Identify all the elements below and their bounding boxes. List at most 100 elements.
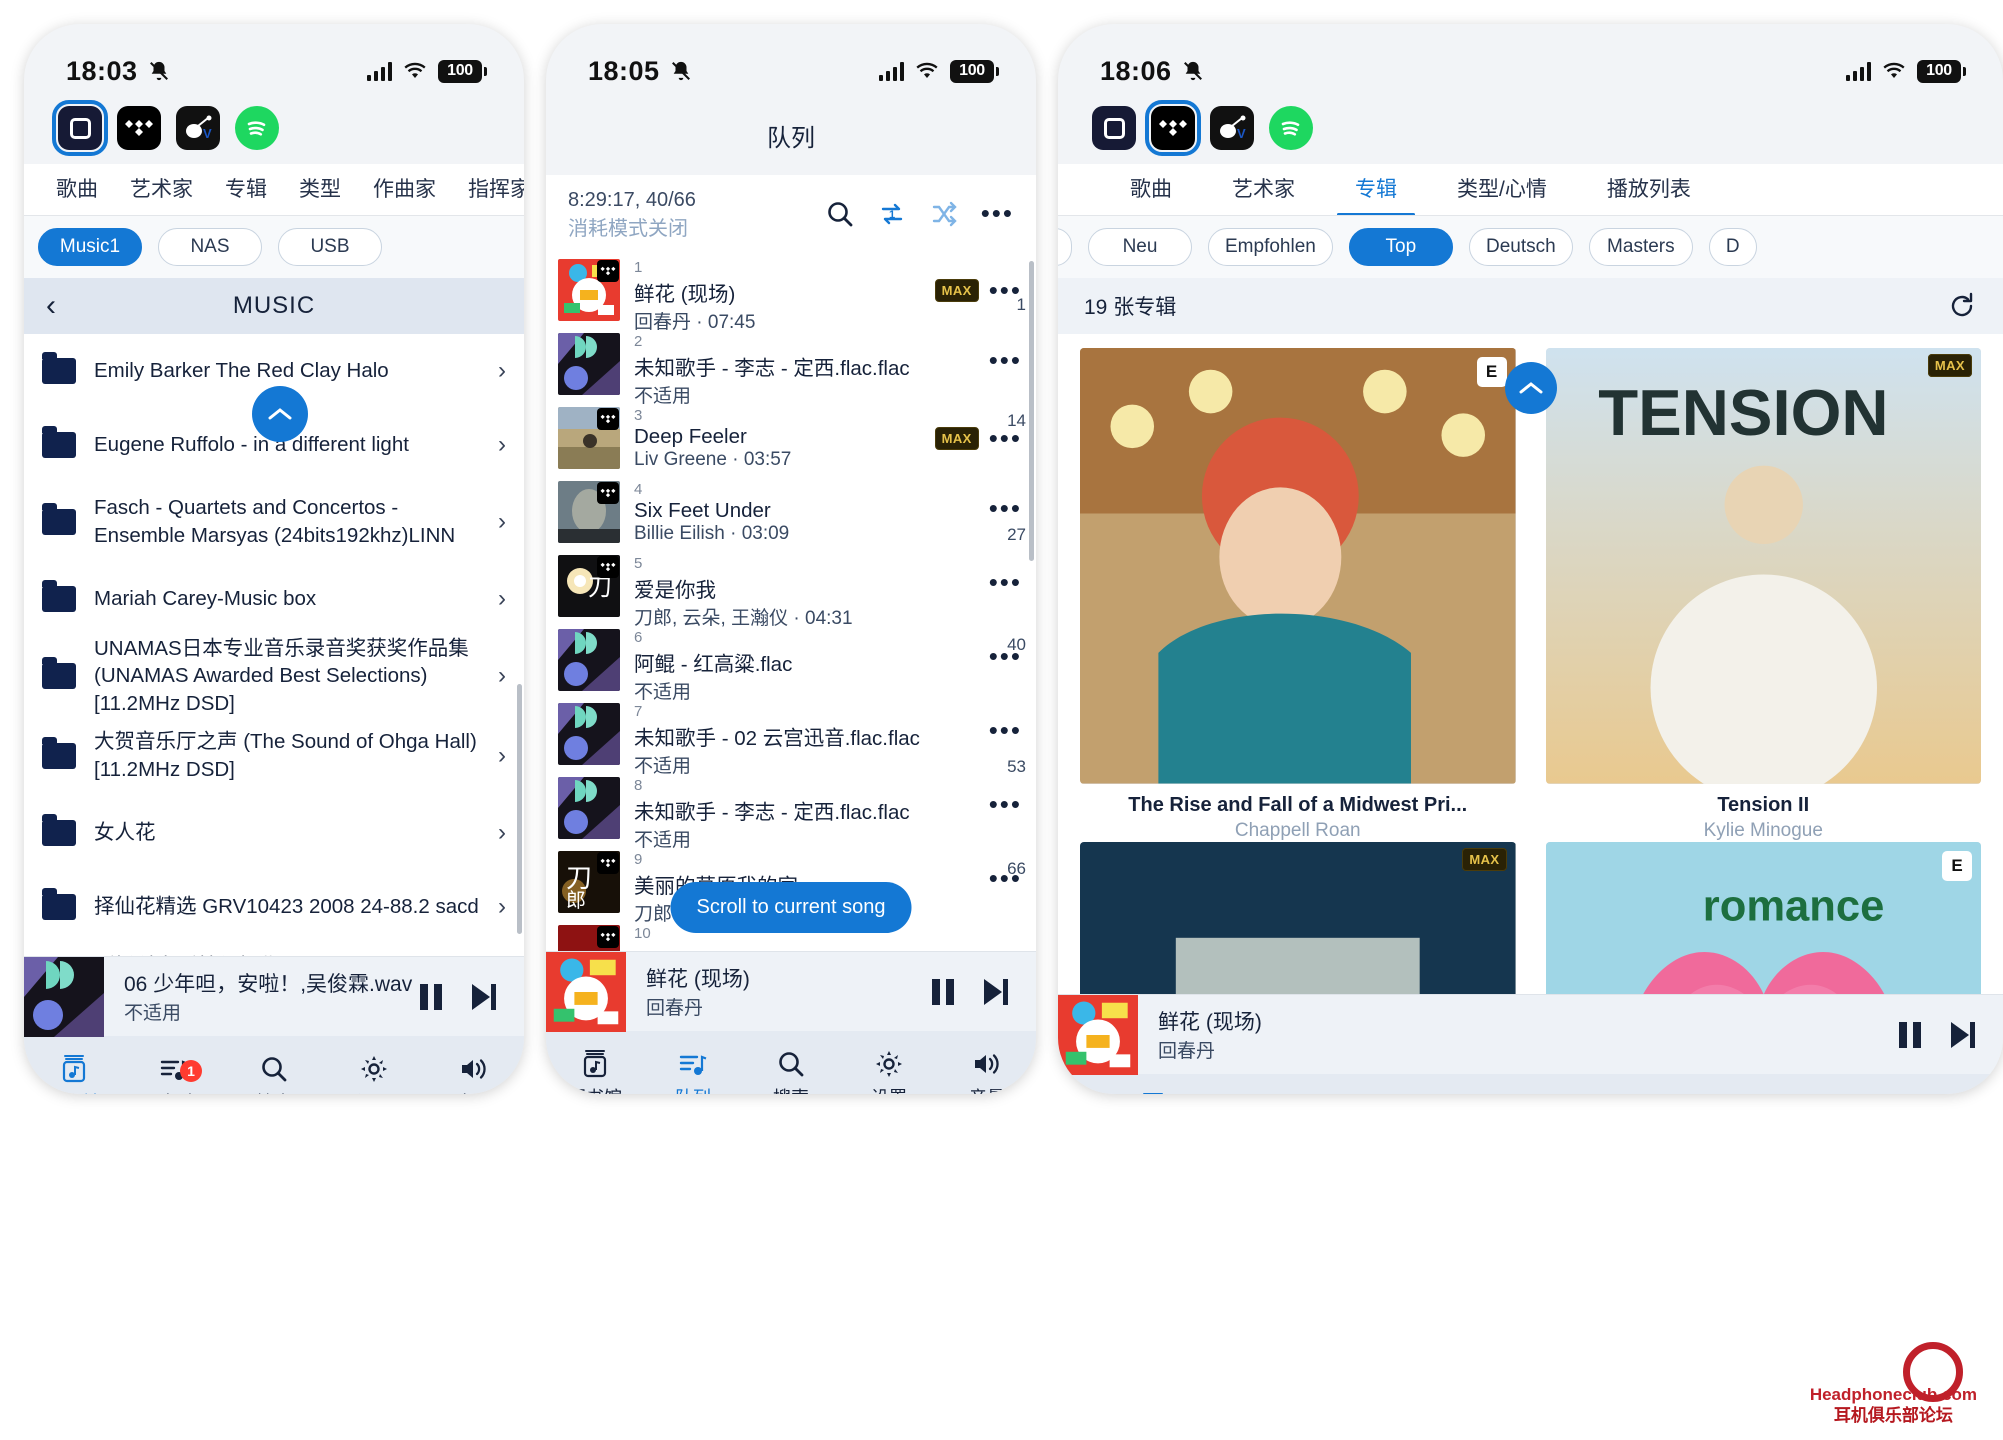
queue-row[interactable]: 6 阿鲲 - 红高粱.flac 不适用 ••• 40 [546, 621, 1036, 703]
nav-settings[interactable]: 设置 [840, 1049, 938, 1094]
nav-volume[interactable]: 音量 [1814, 1092, 2003, 1095]
chip-top[interactable]: Top [1348, 228, 1453, 266]
tab-albums[interactable]: 专辑 [1325, 164, 1427, 215]
album-cell[interactable]: romance E Romance Fontaines D.C. [1545, 841, 1981, 994]
tab-songs[interactable]: 歌曲 [1100, 164, 1202, 215]
tab-conductors[interactable]: 指挥家 [452, 164, 524, 215]
nav-volume[interactable]: 音量 [424, 1054, 524, 1094]
queue-list[interactable]: 1 鲜花 (现场) 回春丹 · 07:45 MAX ••• 1 2 未知歌手 -… [546, 251, 1036, 951]
nav-queue[interactable]: 队列 [1247, 1092, 1436, 1095]
bottom-nav[interactable]: 图书馆 1 队列 搜索 设置 音量 [24, 1036, 524, 1094]
list-item[interactable]: 择仙花精选 GRV10423 2008 24-88.2 sacd › [24, 870, 524, 944]
tidal-icon[interactable] [117, 106, 161, 150]
nav-library[interactable]: 图书馆 [546, 1049, 644, 1094]
scrollbar-thumb[interactable] [517, 684, 522, 934]
list-item[interactable]: 女人花 › [24, 796, 524, 870]
nav-settings[interactable]: 设置 [324, 1054, 424, 1094]
bottom-nav[interactable]: 图书馆 队列 搜索 设置 音量 [546, 1031, 1036, 1094]
repeat-one-icon[interactable]: 1 [877, 199, 907, 229]
more-icon[interactable]: ••• [989, 569, 1022, 594]
nav-queue[interactable]: 1 队列 [124, 1054, 224, 1094]
queue-row[interactable]: 4 Six Feet Under Billie Eilish · 03:09 •… [546, 473, 1036, 547]
list-item[interactable]: 斯托科夫斯基狂想曲 (Rhapsodies) [2.8MHz DSD] › [24, 944, 524, 956]
filter-chips[interactable]: Neu Empfohlen Top Deutsch Masters D [1058, 216, 2003, 278]
mini-player[interactable]: 鲜花 (现场) 回春丹 [546, 951, 1036, 1032]
chip-nas[interactable]: NAS [158, 228, 262, 266]
shuffle-icon[interactable] [929, 199, 959, 229]
nav-search[interactable]: 搜索 [742, 1049, 840, 1094]
folder-icon [42, 580, 76, 612]
radio-v-icon[interactable]: V [176, 106, 220, 150]
more-icon[interactable]: ••• [989, 425, 1022, 450]
list-item[interactable]: 大贺音乐厅之声 (The Sound of Ohga Hall) [11.2MH… [24, 716, 524, 796]
refresh-icon[interactable] [1947, 291, 1977, 321]
radio-v-icon[interactable]: V [1210, 106, 1254, 150]
pause-icon[interactable] [930, 977, 956, 1007]
queue-row[interactable]: 2 未知歌手 - 李志 - 定西.flac.flac 不适用 ••• [546, 325, 1036, 407]
mini-player[interactable]: 鲜花 (现场) 回春丹 [1058, 994, 2003, 1075]
queue-row[interactable]: 7 未知歌手 - 02 云宫迅音.flac.flac 不适用 ••• [546, 695, 1036, 777]
list-item[interactable]: UNAMAS日本专业音乐录音奖获奖作品集 (UNAMAS Awarded Bes… [24, 636, 524, 716]
bottom-nav[interactable]: 图书馆 队列 搜索 设置 音量 [1058, 1074, 2003, 1094]
list-item[interactable]: Mariah Carey-Music box › [24, 562, 524, 636]
nav-library[interactable]: 图书馆 [24, 1054, 124, 1094]
tab-albums[interactable]: 专辑 [209, 164, 283, 215]
nav-search[interactable]: 搜索 [224, 1054, 324, 1094]
chip-next-partial[interactable]: D [1708, 228, 1757, 266]
bubbleupnp-icon[interactable] [1092, 106, 1136, 150]
chip-music1[interactable]: Music1 [38, 228, 142, 266]
scroll-to-current-button[interactable]: Scroll to current song [670, 882, 912, 933]
spotify-icon[interactable] [1269, 106, 1313, 150]
list-item[interactable]: Fasch - Quartets and Concertos - Ensembl… [24, 482, 524, 562]
scroll-up-button[interactable] [1504, 362, 1557, 414]
chip-empfohlen[interactable]: Empfohlen [1208, 228, 1333, 266]
spotify-icon[interactable] [235, 106, 279, 150]
tab-genres[interactable]: 类型 [283, 164, 357, 215]
next-track-icon[interactable] [470, 982, 498, 1012]
album-cell[interactable]: MAX HIT ME HARD AND SOFT Billie Eilish [1080, 841, 1516, 994]
nav-search[interactable]: 搜索 [1436, 1092, 1625, 1095]
tab-composers[interactable]: 作曲家 [357, 164, 452, 215]
queue-row[interactable]: 3 Deep Feeler Liv Greene · 03:57 MAX •••… [546, 399, 1036, 473]
nav-settings[interactable]: 设置 [1625, 1092, 1814, 1094]
tidal-icon[interactable] [1145, 100, 1201, 156]
album-cell[interactable]: E The Rise and Fall of a Midwest Pri... … [1080, 348, 1516, 842]
nav-queue[interactable]: 队列 [644, 1049, 742, 1094]
chip-prev-partial[interactable] [1058, 228, 1072, 266]
more-icon[interactable]: ••• [989, 791, 1022, 816]
more-icon[interactable]: ••• [981, 201, 1014, 226]
source-chips[interactable]: Music1 NAS USB [24, 216, 524, 278]
album-cell[interactable]: TENSION MAX Tension II Kylie Minogue [1545, 348, 1981, 842]
tab-songs[interactable]: 歌曲 [40, 164, 114, 215]
more-icon[interactable]: ••• [989, 347, 1022, 372]
chip-usb[interactable]: USB [278, 228, 382, 266]
tab-artists[interactable]: 艺术家 [1202, 164, 1325, 215]
next-track-icon[interactable] [982, 977, 1010, 1007]
search-icon[interactable] [825, 199, 855, 229]
chip-masters[interactable]: Masters [1588, 228, 1693, 266]
tab-genres[interactable]: 类型/心情 [1427, 164, 1577, 215]
library-tabs[interactable]: 歌曲 艺术家 专辑 类型/心情 播放列表 [1058, 164, 2003, 216]
chip-neu[interactable]: Neu [1088, 228, 1192, 266]
mini-player[interactable]: 06 少年呾，安啦！,吴俊霖.wav 不适用 [24, 956, 524, 1037]
nav-volume[interactable]: 音量 [938, 1049, 1036, 1094]
pause-icon[interactable] [1897, 1020, 1923, 1050]
bubbleupnp-icon[interactable] [52, 100, 108, 156]
folder-icon [42, 888, 76, 920]
queue-row[interactable]: 8 未知歌手 - 李志 - 定西.flac.flac 不适用 ••• 53 [546, 757, 1036, 851]
tab-playlists[interactable]: 播放列表 [1577, 164, 1721, 215]
queue-row[interactable]: 1 鲜花 (现场) 回春丹 · 07:45 MAX ••• 1 [546, 251, 1036, 333]
album-grid[interactable]: E The Rise and Fall of a Midwest Pri... … [1058, 334, 2003, 994]
queue-row[interactable]: 刀 5 爱是你我 刀郎, 云朵, 王瀚仪 · 04:31 ••• [546, 547, 1036, 629]
chip-deutsch[interactable]: Deutsch [1468, 228, 1573, 266]
more-icon[interactable]: ••• [989, 495, 1022, 520]
next-track-icon[interactable] [1949, 1020, 1977, 1050]
nav-library[interactable]: 图书馆 [1058, 1092, 1247, 1094]
tab-artists[interactable]: 艺术家 [114, 164, 209, 215]
library-tabs[interactable]: 歌曲 艺术家 专辑 类型 作曲家 指挥家 播放列表 [24, 164, 524, 216]
scroll-up-button[interactable] [252, 386, 308, 442]
scrollbar-thumb[interactable] [1029, 261, 1034, 561]
folder-list[interactable]: Emily Barker The Red Clay Halo › Eugene … [24, 334, 524, 956]
more-icon[interactable]: ••• [989, 717, 1022, 742]
pause-icon[interactable] [418, 982, 444, 1012]
